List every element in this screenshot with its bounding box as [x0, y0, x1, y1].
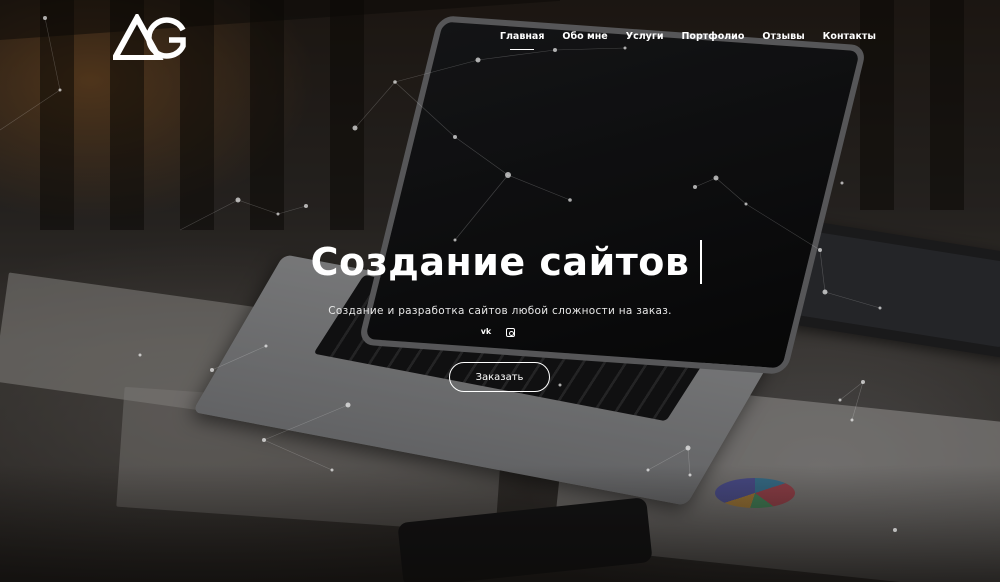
particle-network [0, 16, 897, 532]
nav-item-home[interactable]: Главная [500, 31, 544, 50]
main-nav: Главная Обо мне Услуги Портфолио Отзывы … [500, 31, 876, 50]
hero-section: Главная Обо мне Услуги Портфолио Отзывы … [0, 0, 1000, 582]
nav-item-about[interactable]: Обо мне [562, 31, 607, 50]
typing-cursor [700, 240, 702, 284]
nav-item-portfolio[interactable]: Портфолио [681, 31, 744, 50]
social-links: vk [480, 327, 515, 337]
hero-subtitle: Создание и разработка сайтов любой сложн… [328, 305, 672, 317]
hero-title: Создание сайтов [310, 240, 690, 284]
order-button[interactable]: Заказать [449, 362, 550, 392]
nav-item-services[interactable]: Услуги [626, 31, 664, 50]
ag-logo[interactable] [113, 14, 187, 60]
vk-icon[interactable]: vk [480, 327, 492, 337]
instagram-icon[interactable] [506, 328, 515, 337]
nav-item-reviews[interactable]: Отзывы [762, 31, 804, 50]
nav-item-contacts[interactable]: Контакты [823, 31, 876, 50]
